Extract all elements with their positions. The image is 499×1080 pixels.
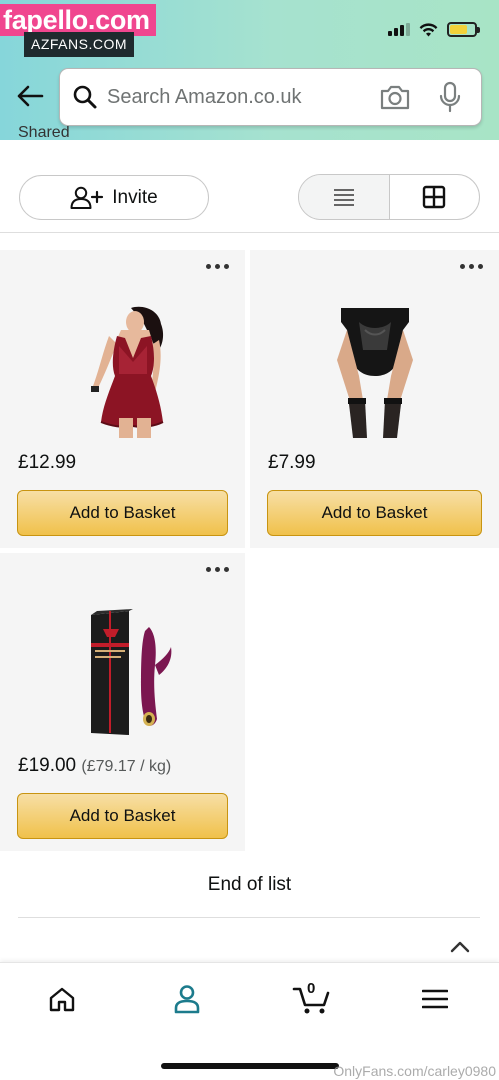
amazon-list-page: fapello.com AZFANS.COM Search Amazon.co.… [0,0,499,1080]
grid-view-button[interactable] [390,175,480,219]
product-card[interactable]: £12.99 Add to Basket [0,250,245,548]
divider [0,232,499,233]
azfans-watermark: AZFANS.COM [24,32,135,57]
product-box-image [90,609,171,735]
back-button[interactable] [14,80,46,112]
list-view-icon [333,189,354,206]
grid-view-icon [423,185,446,209]
lingerie-image [90,306,163,438]
battery-icon [447,22,480,37]
cart-count-badge: 0 [307,980,316,997]
search-icon [73,85,97,109]
unit-price: (£79.17 / kg) [81,758,172,775]
account-icon [174,985,200,1014]
invite-label: Invite [112,186,158,208]
nav-cart[interactable]: 0 [290,979,334,1019]
back-arrow-icon [17,85,44,107]
menu-icon [422,989,448,1009]
chevron-up-icon[interactable] [449,938,471,954]
product-card[interactable]: £7.99 Add to Basket [250,250,499,548]
nav-account[interactable] [167,979,207,1019]
product-price: £19.00 (£79.17 / kg) [18,755,171,777]
header: fapello.com AZFANS.COM [0,0,499,140]
nav-home[interactable] [42,979,82,1019]
price-value: £19.00 [18,755,77,776]
more-options-icon[interactable] [206,567,229,572]
nav-menu[interactable] [415,979,455,1019]
add-to-basket-button[interactable]: Add to Basket [17,490,228,536]
view-mode-toggle [298,174,480,220]
bottom-navigation: 0 OnlyFans.com/carley0980 [0,962,499,1080]
home-icon [49,987,75,1012]
product-card[interactable]: £19.00 (£79.17 / kg) Add to Basket [0,553,245,851]
more-options-icon[interactable] [206,264,229,269]
more-options-icon[interactable] [460,264,483,269]
shared-label: Shared [18,126,70,141]
add-person-icon [70,186,104,209]
invite-button[interactable]: Invite [19,175,209,220]
lingerie-image [336,308,413,438]
search-input[interactable] [107,85,367,109]
list-view-button[interactable] [299,175,390,219]
signal-icon [388,23,410,36]
search-bar[interactable] [59,68,482,126]
product-price: £12.99 [18,452,76,474]
price-value: £7.99 [268,452,316,473]
divider [18,917,480,918]
status-bar-icons [388,22,480,37]
price-value: £12.99 [18,452,77,473]
product-image-red-babydoll[interactable] [0,300,245,438]
onlyfans-watermark: OnlyFans.com/carley0980 [333,1063,496,1079]
product-price: £7.99 [268,452,316,474]
product-image-massager[interactable] [0,603,245,741]
microphone-icon[interactable] [437,81,463,113]
add-to-basket-button[interactable]: Add to Basket [17,793,228,839]
wifi-icon [419,22,438,36]
product-image-black-suspender[interactable] [250,300,499,438]
camera-icon[interactable] [379,82,411,112]
add-to-basket-button[interactable]: Add to Basket [267,490,482,536]
home-indicator[interactable] [161,1063,339,1069]
end-of-list-label: End of list [207,874,292,895]
